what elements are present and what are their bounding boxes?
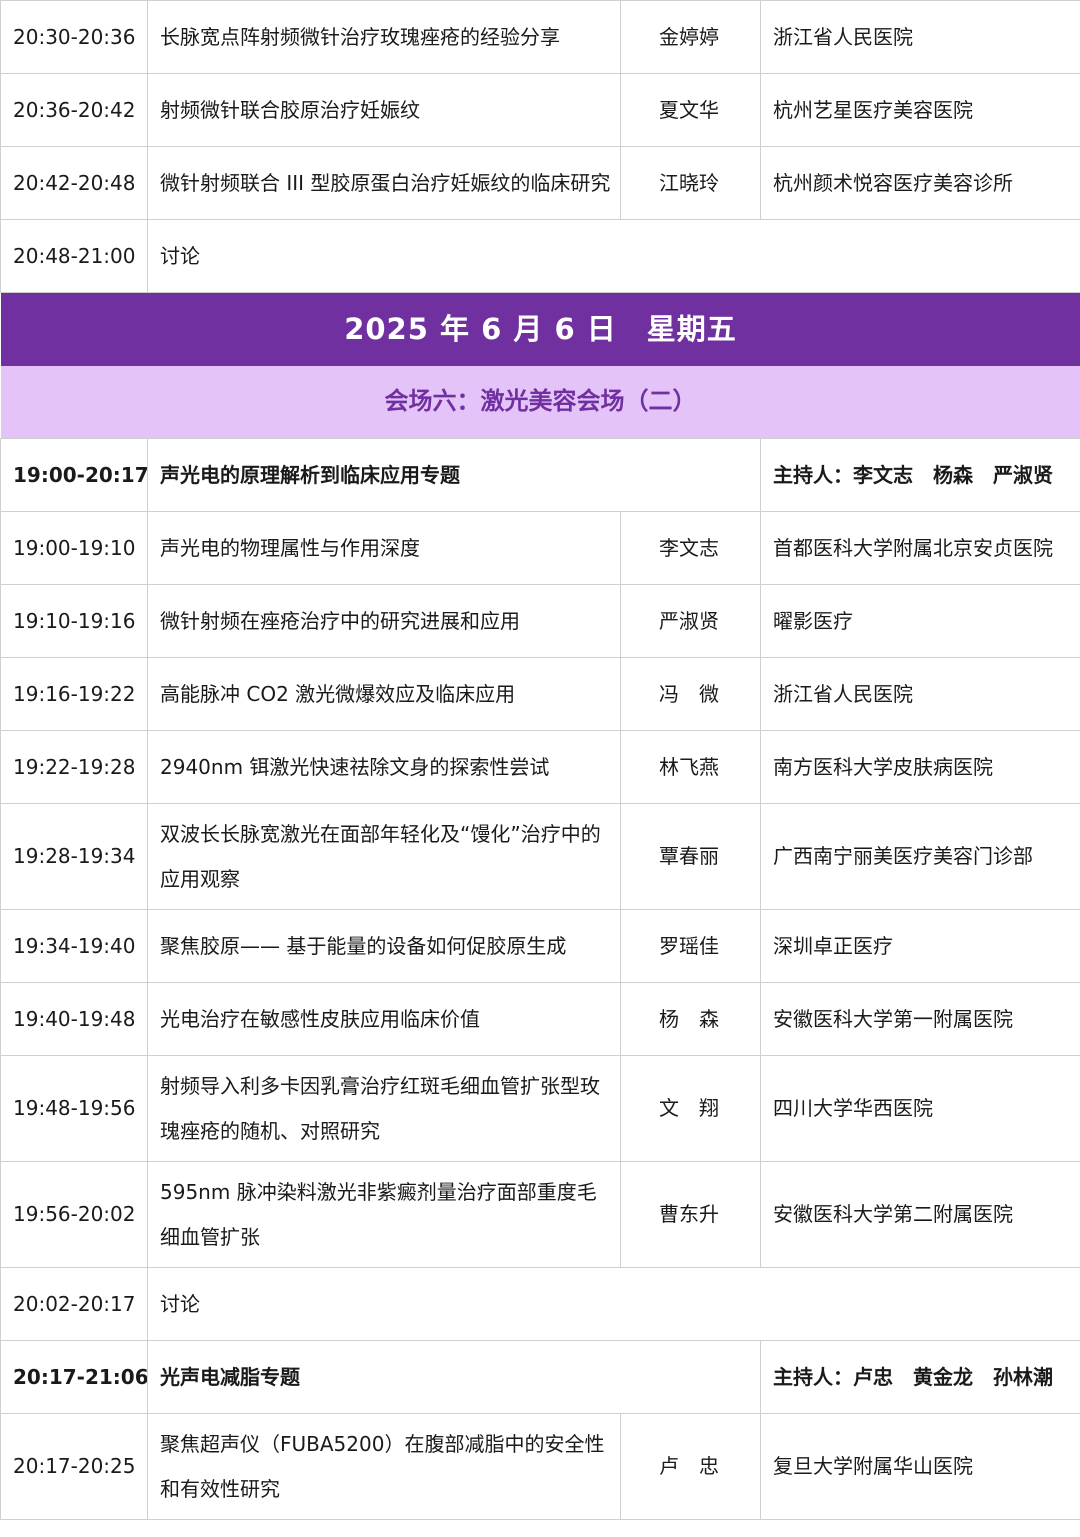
table-row: 19:34-19:40 聚焦胶原—— 基于能量的设备如何促胶原生成 罗瑶佳 深圳… [0,909,1080,983]
session-hosts: 主持人：李文志 杨森 严淑贤 [760,438,1080,512]
table-row: 20:42-20:48 微针射频联合 III 型胶原蛋白治疗妊娠纹的临床研究 江… [0,146,1080,220]
speaker-cell: 卢 忠 [620,1413,761,1520]
session-time: 19:00-20:17 [0,438,148,512]
table-row: 19:40-19:48 光电治疗在敏感性皮肤应用临床价值 杨 森 安徽医科大学第… [0,982,1080,1056]
speaker-cell: 杨 森 [620,982,761,1056]
org-cell: 安徽医科大学第一附属医院 [760,982,1080,1056]
org-cell: 杭州颜术悦容医疗美容诊所 [760,146,1080,220]
table-row: 19:28-19:34 双波长长脉宽激光在面部年轻化及“馒化”治疗中的应用观察 … [0,803,1080,910]
table-row-discussion: 20:02-20:17 讨论 [0,1267,1080,1341]
time-cell: 20:17-20:25 [0,1413,148,1520]
host-name: 严淑贤 [993,462,1053,487]
venue-header: 会场六：激光美容会场（二） [0,365,1080,439]
org-cell: 四川大学华西医院 [760,1055,1080,1162]
venue-title: 会场六：激光美容会场（二） [0,365,1080,439]
table-row: 19:16-19:22 高能脉冲 CO2 激光微爆效应及临床应用 冯 微 浙江省… [0,657,1080,731]
time-cell: 19:34-19:40 [0,909,148,983]
speaker-cell: 文 翔 [620,1055,761,1162]
date-text: 2025 年 6 月 6 日 [344,311,617,346]
table-row: 20:36-20:42 射频微针联合胶原治疗妊娠纹 夏文华 杭州艺星医疗美容医院 [0,73,1080,147]
time-cell: 20:36-20:42 [0,73,148,147]
topic-cell: 射频导入利多卡因乳膏治疗红斑毛细血管扩张型玫瑰痤疮的随机、对照研究 [147,1055,621,1162]
session-time: 20:17-21:06 [0,1340,148,1414]
speaker-cell: 李文志 [620,511,761,585]
org-cell: 浙江省人民医院 [760,0,1080,74]
time-cell: 19:22-19:28 [0,730,148,804]
topic-cell: 双波长长脉宽激光在面部年轻化及“馒化”治疗中的应用观察 [147,803,621,910]
session-header: 19:00-20:17 声光电的原理解析到临床应用专题 主持人：李文志 杨森 严淑贤 [0,438,1080,512]
table-row: 19:22-19:28 2940nm 铒激光快速祛除文身的探索性尝试 林飞燕 南… [0,730,1080,804]
schedule-body: 20:30-20:36 长脉宽点阵射频微针治疗玫瑰痤疮的经验分享 金婷婷 浙江省… [0,0,1080,1520]
weekday-text: 星期五 [646,311,737,346]
time-cell: 20:48-21:00 [0,219,148,293]
table-row: 19:10-19:16 微针射频在痤疮治疗中的研究进展和应用 严淑贤 曜影医疗 [0,584,1080,658]
topic-cell: 高能脉冲 CO2 激光微爆效应及临床应用 [147,657,621,731]
time-cell: 19:40-19:48 [0,982,148,1056]
speaker-cell: 冯 微 [620,657,761,731]
time-cell: 20:42-20:48 [0,146,148,220]
topic-cell: 光电治疗在敏感性皮肤应用临床价值 [147,982,621,1056]
org-cell: 杭州艺星医疗美容医院 [760,73,1080,147]
org-cell: 复旦大学附属华山医院 [760,1413,1080,1520]
org-cell: 曜影医疗 [760,584,1080,658]
org-cell: 广西南宁丽美医疗美容门诊部 [760,803,1080,910]
session-hosts: 主持人：卢忠 黄金龙 孙林潮 [760,1340,1080,1414]
speaker-cell: 林飞燕 [620,730,761,804]
speaker-cell: 金婷婷 [620,0,761,74]
table-row-discussion: 20:48-21:00 讨论 [0,219,1080,293]
org-cell: 安徽医科大学第二附属医院 [760,1161,1080,1268]
topic-cell: 聚焦胶原—— 基于能量的设备如何促胶原生成 [147,909,621,983]
speaker-cell: 覃春丽 [620,803,761,910]
table-row: 20:30-20:36 长脉宽点阵射频微针治疗玫瑰痤疮的经验分享 金婷婷 浙江省… [0,0,1080,74]
topic-cell: 2940nm 铒激光快速祛除文身的探索性尝试 [147,730,621,804]
speaker-cell: 罗瑶佳 [620,909,761,983]
table-row: 19:56-20:02 595nm 脉冲染料激光非紫癜剂量治疗面部重度毛细血管扩… [0,1161,1080,1268]
speaker-cell: 严淑贤 [620,584,761,658]
host-label: 主持人： [773,462,853,487]
time-cell: 19:48-19:56 [0,1055,148,1162]
topic-cell: 595nm 脉冲染料激光非紫癜剂量治疗面部重度毛细血管扩张 [147,1161,621,1268]
time-cell: 19:28-19:34 [0,803,148,910]
time-cell: 20:30-20:36 [0,0,148,74]
speaker-cell: 夏文华 [620,73,761,147]
topic-cell: 微针射频在痤疮治疗中的研究进展和应用 [147,584,621,658]
speaker-cell: 曹东升 [620,1161,761,1268]
topic-cell: 长脉宽点阵射频微针治疗玫瑰痤疮的经验分享 [147,0,621,74]
time-cell: 19:56-20:02 [0,1161,148,1268]
host-label: 主持人： [773,1364,853,1389]
table-row: 19:00-19:10 声光电的物理属性与作用深度 李文志 首都医科大学附属北京… [0,511,1080,585]
table-row: 19:48-19:56 射频导入利多卡因乳膏治疗红斑毛细血管扩张型玫瑰痤疮的随机… [0,1055,1080,1162]
time-cell: 19:16-19:22 [0,657,148,731]
org-cell: 浙江省人民医院 [760,657,1080,731]
topic-cell: 微针射频联合 III 型胶原蛋白治疗妊娠纹的临床研究 [147,146,621,220]
host-name: 李文志 [853,462,913,487]
host-name: 孙林潮 [993,1364,1053,1389]
host-name: 卢忠 [853,1364,893,1389]
topic-cell: 讨论 [147,1267,1080,1341]
org-cell: 南方医科大学皮肤病医院 [760,730,1080,804]
topic-cell: 讨论 [147,219,1080,293]
topic-cell: 声光电的物理属性与作用深度 [147,511,621,585]
topic-cell: 射频微针联合胶原治疗妊娠纹 [147,73,621,147]
time-cell: 19:00-19:10 [0,511,148,585]
org-cell: 深圳卓正医疗 [760,909,1080,983]
table-row: 20:17-20:25 聚焦超声仪（FUBA5200）在腹部减脂中的安全性和有效… [0,1413,1080,1520]
session-title: 光声电减脂专题 [147,1340,761,1414]
org-cell: 首都医科大学附属北京安贞医院 [760,511,1080,585]
speaker-cell: 江晓玲 [620,146,761,220]
date-header-cell: 2025 年 6 月 6 日星期五 [0,292,1080,366]
session-header: 20:17-21:06 光声电减脂专题 主持人：卢忠 黄金龙 孙林潮 [0,1340,1080,1414]
host-name: 杨森 [933,462,973,487]
time-cell: 19:10-19:16 [0,584,148,658]
host-name: 黄金龙 [913,1364,973,1389]
topic-cell: 聚焦超声仪（FUBA5200）在腹部减脂中的安全性和有效性研究 [147,1413,621,1520]
session-title: 声光电的原理解析到临床应用专题 [147,438,761,512]
date-header: 2025 年 6 月 6 日星期五 [0,292,1080,366]
time-cell: 20:02-20:17 [0,1267,148,1341]
schedule-table: 20:30-20:36 长脉宽点阵射频微针治疗玫瑰痤疮的经验分享 金婷婷 浙江省… [0,0,1080,1520]
